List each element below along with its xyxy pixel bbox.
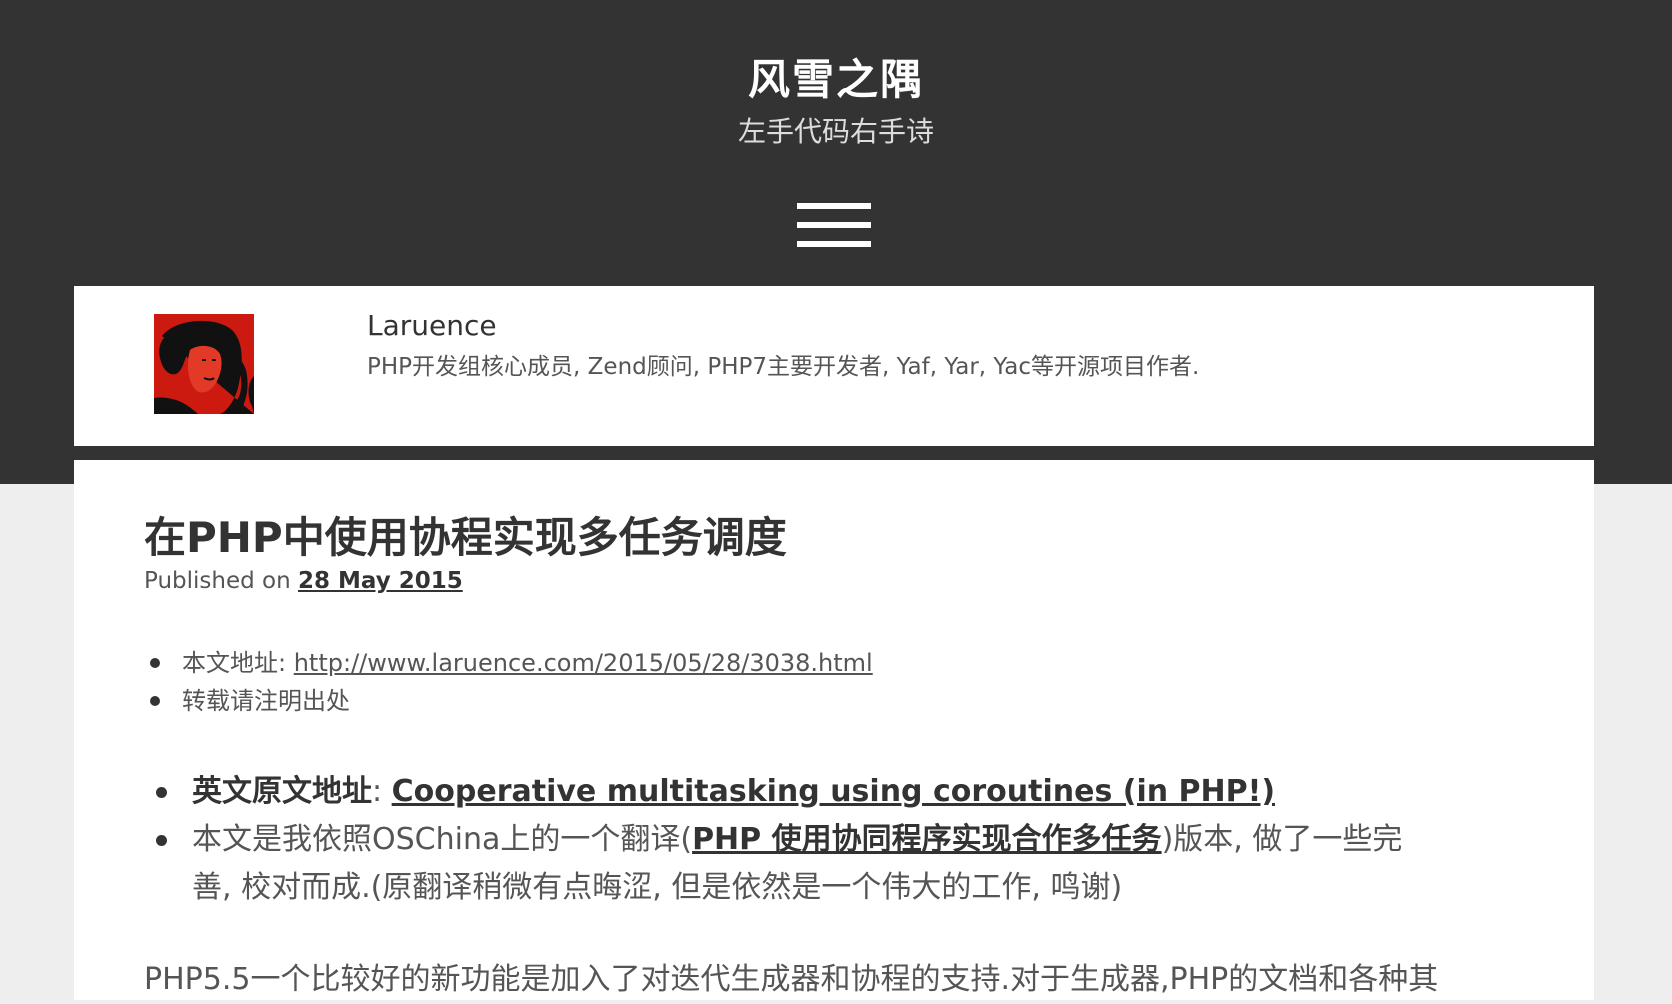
author-bio: PHP开发组核心成员, Zend顾问, PHP7主要开发者, Yaf, Yar,… — [367, 354, 1200, 380]
translation-link[interactable]: PHP 使用协同程序实现合作多任务 — [692, 822, 1162, 857]
site-title[interactable]: 风雪之隅 — [0, 52, 1672, 108]
article-url-link[interactable]: http://www.laruence.com/2015/05/28/3038.… — [294, 649, 873, 677]
body-paragraph: PHP5.5一个比较好的新功能是加入了对迭代生成器和协程的支持.对于生成器,PH… — [144, 962, 1439, 997]
menu-button[interactable] — [797, 200, 871, 252]
avatar[interactable] — [154, 314, 254, 414]
bullet-icon — [150, 658, 160, 668]
bullet-icon — [156, 835, 167, 846]
post-card: 在PHP中使用协程实现多任务调度 Published on 28 May 201… — [74, 460, 1594, 1000]
bullet-icon — [156, 787, 167, 798]
site-subtitle: 左手代码右手诗 — [737, 115, 934, 148]
original-label: 英文原文地址 — [192, 774, 372, 809]
list-item: 本文是我依照OSChina上的一个翻译(PHP 使用协同程序实现合作多任务)版本… — [144, 816, 1432, 912]
author-name: Laruence — [367, 309, 497, 342]
list-item: 转载请注明出处 — [144, 682, 873, 720]
bullet-icon — [150, 696, 160, 706]
reprint-notice: 转载请注明出处 — [182, 687, 350, 715]
original-separator: : — [372, 774, 392, 809]
avatar-portrait-image — [154, 314, 254, 414]
notice-list: 本文地址: http://www.laruence.com/2015/05/28… — [144, 644, 873, 720]
published-label: Published on — [144, 568, 291, 594]
post-meta: Published on 28 May 2015 — [144, 564, 463, 598]
published-date-link[interactable]: 28 May 2015 — [298, 568, 463, 594]
list-item: 英文原文地址: Cooperative multitasking using c… — [144, 768, 1564, 816]
intro-list: 英文原文地址: Cooperative multitasking using c… — [144, 768, 1564, 912]
original-article-link[interactable]: Cooperative multitasking using coroutine… — [392, 774, 1275, 809]
address-label: 本文地址: — [182, 649, 294, 677]
version-text-before: 本文是我依照OSChina上的一个翻译( — [192, 822, 693, 857]
author-card: Laruence PHP开发组核心成员, Zend顾问, PHP7主要开发者, … — [74, 286, 1594, 446]
list-item: 本文地址: http://www.laruence.com/2015/05/28… — [144, 644, 873, 682]
post-title[interactable]: 在PHP中使用协程实现多任务调度 — [144, 510, 787, 566]
